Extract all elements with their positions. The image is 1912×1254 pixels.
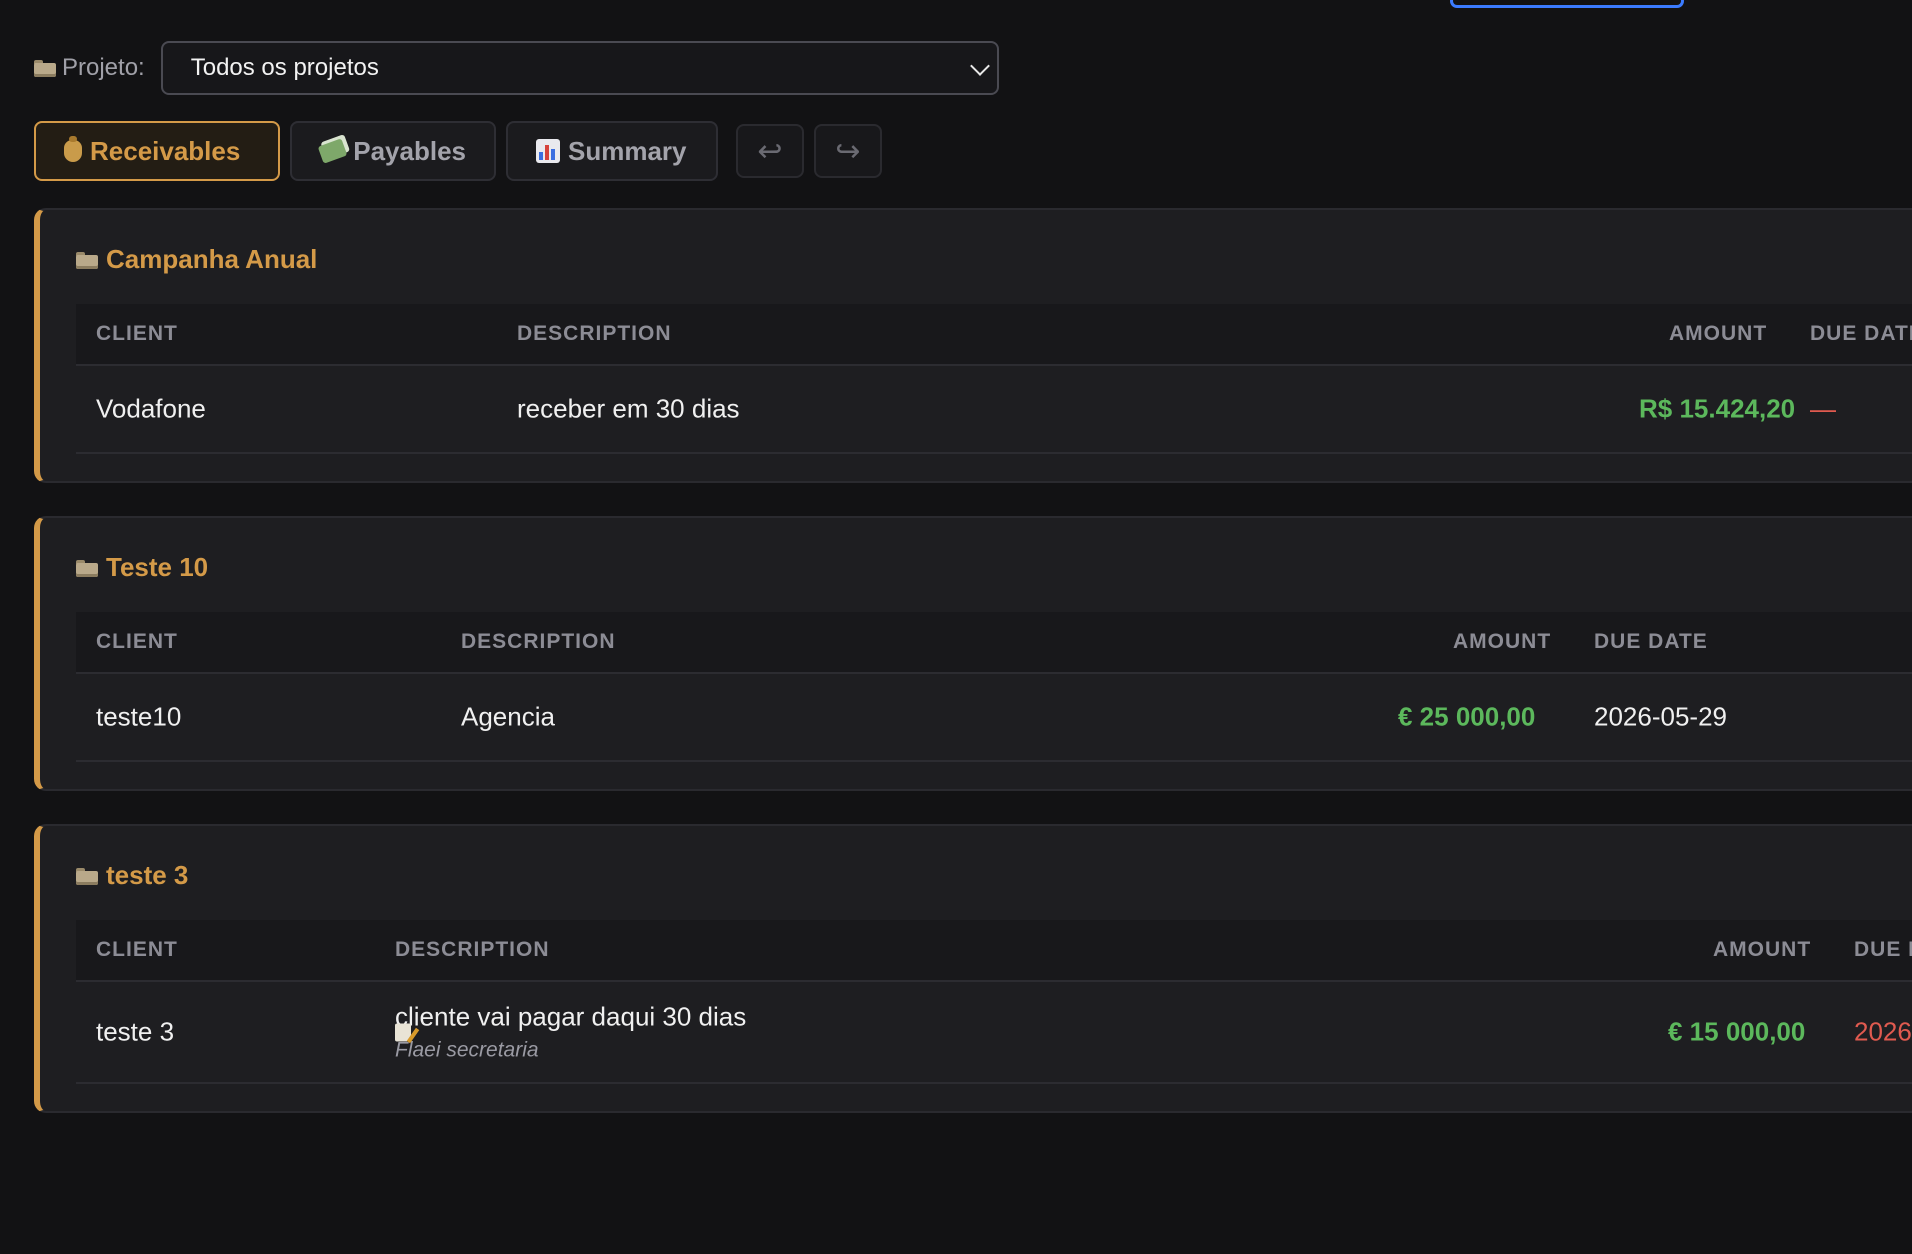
receivables-table: CLIENT DESCRIPTION AMOUNT DUE DATE teste… <box>76 612 1912 762</box>
folder-icon <box>76 867 98 885</box>
project-select-value: Todos os projetos <box>190 54 379 81</box>
tab-payables-label: Payables <box>353 135 466 166</box>
project-title: Campanha Anual <box>76 244 317 275</box>
receivables-table: CLIENT DESCRIPTION AMOUNT DUE D teste 3 … <box>76 920 1912 1084</box>
column-header-amount[interactable]: AMOUNT <box>1669 322 1767 346</box>
cell-amount: € 15 000,00 <box>1668 1016 1806 1047</box>
top-header-button-edge[interactable] <box>1450 0 1684 8</box>
cell-amount: R$ 15.424,20 <box>1639 393 1796 424</box>
column-header-amount[interactable]: AMOUNT <box>1713 938 1811 962</box>
project-card-teste-3: teste 3 CLIENT DESCRIPTION AMOUNT DUE D … <box>34 824 1912 1113</box>
cell-client: Vodafone <box>96 393 206 424</box>
folder-icon <box>76 559 98 577</box>
cell-due-date: — <box>1810 393 1836 424</box>
tab-summary[interactable]: Summary <box>506 121 718 181</box>
receivables-table: CLIENT DESCRIPTION AMOUNT DUE DATE Vodaf… <box>76 304 1912 454</box>
bar-chart-icon <box>536 139 560 163</box>
tab-summary-label: Summary <box>568 135 687 166</box>
project-filter: Projeto: Todos os projetos <box>34 40 999 96</box>
column-header-description[interactable]: DESCRIPTION <box>395 938 550 962</box>
table-row[interactable]: teste 3 cliente vai pagar daqui 30 dias … <box>76 982 1912 1084</box>
project-name: teste 3 <box>106 860 189 890</box>
cell-client: teste 3 <box>96 1016 175 1047</box>
table-header: CLIENT DESCRIPTION AMOUNT DUE DATE <box>76 612 1912 674</box>
table-header: CLIENT DESCRIPTION AMOUNT DUE DATE <box>76 304 1912 366</box>
tab-receivables[interactable]: Receivables <box>34 121 280 181</box>
cell-due-date: 2026 <box>1854 1016 1912 1047</box>
project-name: Teste 10 <box>106 552 209 582</box>
cell-client: teste10 <box>96 701 182 732</box>
cell-due-date: 2026-05-29 <box>1594 701 1727 732</box>
table-row[interactable]: Vodafone receber em 30 dias R$ 15.424,20… <box>76 366 1912 454</box>
column-header-due-date[interactable]: DUE D <box>1854 938 1912 962</box>
cell-description-text: cliente vai pagar daqui 30 dias <box>395 1001 747 1032</box>
project-label-text: Projeto: <box>62 54 145 81</box>
project-card-teste-10: Teste 10 CLIENT DESCRIPTION AMOUNT DUE D… <box>34 516 1912 791</box>
project-select[interactable]: Todos os projetos <box>160 41 999 95</box>
column-header-due-date[interactable]: DUE DATE <box>1810 322 1912 346</box>
column-header-amount[interactable]: AMOUNT <box>1453 630 1551 654</box>
cell-amount: € 25 000,00 <box>1398 701 1536 732</box>
tab-receivables-label: Receivables <box>90 135 241 166</box>
column-header-description[interactable]: DESCRIPTION <box>461 630 616 654</box>
project-title: Teste 10 <box>76 552 208 583</box>
cell-description: cliente vai pagar daqui 30 dias Flaei se… <box>395 1002 746 1063</box>
table-header: CLIENT DESCRIPTION AMOUNT DUE D <box>76 920 1912 982</box>
undo-button[interactable]: ↩ <box>736 124 804 178</box>
project-title: teste 3 <box>76 860 188 891</box>
money-with-wings-icon <box>317 138 348 164</box>
cell-description: receber em 30 dias <box>517 393 740 424</box>
project-name: Campanha Anual <box>106 244 318 274</box>
folder-icon <box>34 60 56 77</box>
project-card-campanha-anual: Campanha Anual CLIENT DESCRIPTION AMOUNT… <box>34 208 1912 483</box>
memo-icon <box>395 1023 411 1041</box>
column-header-client[interactable]: CLIENT <box>96 630 178 654</box>
column-header-due-date[interactable]: DUE DATE <box>1594 630 1708 654</box>
money-bag-icon <box>64 136 82 162</box>
folder-icon <box>76 251 98 269</box>
column-header-client[interactable]: CLIENT <box>96 938 178 962</box>
redo-icon: ↪ <box>835 134 861 168</box>
redo-button[interactable]: ↪ <box>814 124 882 178</box>
tab-bar: Receivables Payables Summary ↩ ↪ <box>34 121 882 181</box>
cell-note-text: Flaei secretaria <box>395 1038 539 1062</box>
tab-payables[interactable]: Payables <box>290 121 496 181</box>
chevron-down-icon <box>969 56 990 76</box>
column-header-client[interactable]: CLIENT <box>96 322 178 346</box>
cell-note: Flaei secretaria <box>395 1023 746 1063</box>
undo-icon: ↩ <box>757 134 783 168</box>
table-row[interactable]: teste10 Agencia € 25 000,00 2026-05-29 <box>76 674 1912 762</box>
column-header-description[interactable]: DESCRIPTION <box>517 322 672 346</box>
cell-description: Agencia <box>461 701 555 732</box>
project-filter-label: Projeto: <box>34 54 145 82</box>
